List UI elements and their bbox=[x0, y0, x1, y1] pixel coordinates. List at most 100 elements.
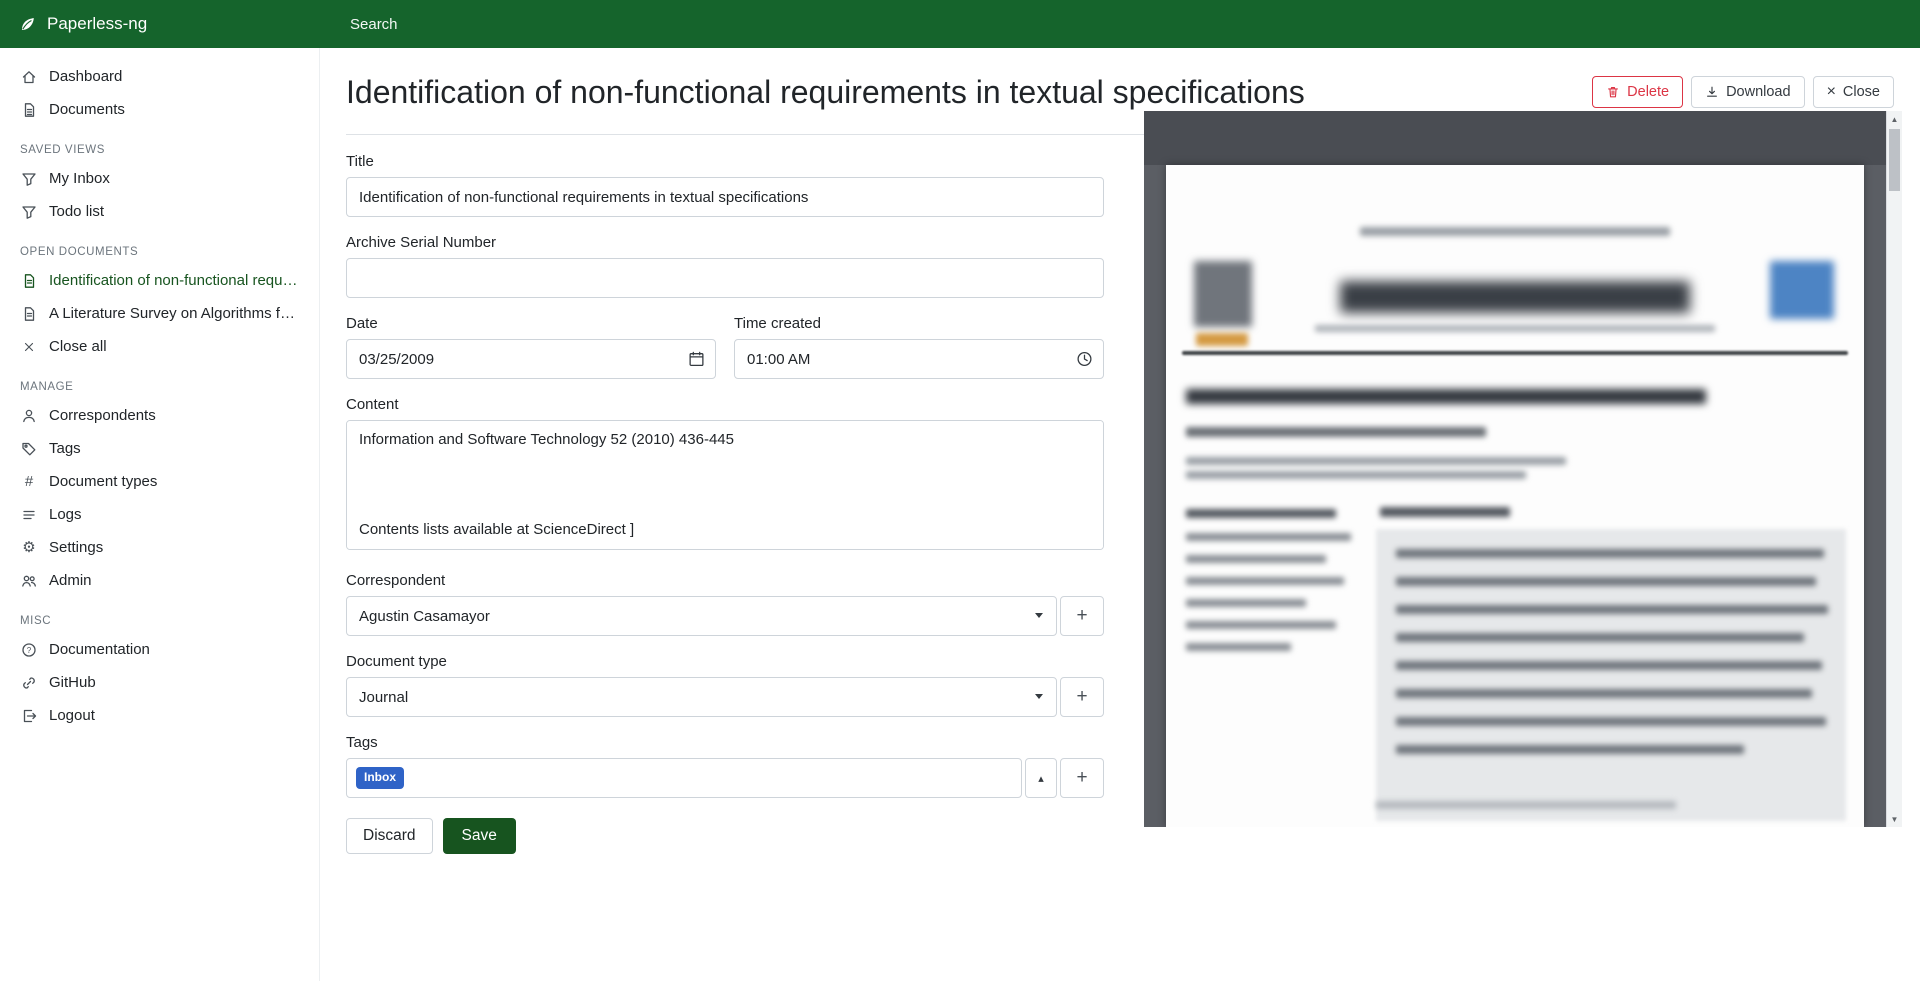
pdf-blur-journal-title bbox=[1340, 281, 1690, 313]
sidebar-item-close-all[interactable]: Close all bbox=[0, 330, 319, 363]
sidebar-open-document-1[interactable]: Identification of non-functional require… bbox=[0, 264, 319, 297]
sidebar-item-label: Admin bbox=[49, 572, 92, 589]
tags-label: Tags bbox=[346, 734, 1104, 751]
title-label: Title bbox=[346, 153, 1104, 170]
pdf-blur-authors bbox=[1186, 427, 1486, 437]
hash-icon: # bbox=[20, 474, 38, 489]
close-button[interactable]: × Close bbox=[1813, 76, 1894, 108]
time-input[interactable] bbox=[734, 339, 1104, 379]
scrollbar-down-arrow[interactable]: ▼ bbox=[1887, 811, 1902, 827]
caret-up-icon: ▴ bbox=[1038, 772, 1044, 785]
navbar-search-input[interactable] bbox=[348, 15, 768, 34]
correspondent-group: Correspondent Agustin Casamayor + bbox=[346, 572, 1104, 636]
date-col: Date bbox=[346, 315, 716, 379]
close-icon: × bbox=[1827, 84, 1836, 100]
top-navbar: Paperless-ng bbox=[0, 0, 1920, 48]
scrollbar-thumb[interactable] bbox=[1889, 129, 1900, 191]
sidebar-item-github[interactable]: GitHub bbox=[0, 666, 319, 699]
pdf-blur-orange-mark bbox=[1196, 333, 1248, 346]
document-type-select[interactable]: Journal bbox=[346, 677, 1057, 717]
sidebar-item-label: Logs bbox=[49, 506, 82, 523]
app-brand[interactable]: Paperless-ng bbox=[0, 14, 320, 34]
sidebar-item-label: Settings bbox=[49, 539, 103, 556]
sidebar-item-label: A Literature Survey on Algorithms for Mu… bbox=[49, 305, 299, 322]
tags-group: Tags Inbox ▴ + bbox=[346, 734, 1104, 798]
sidebar-item-settings[interactable]: ⚙ Settings bbox=[0, 531, 319, 564]
discard-button[interactable]: Discard bbox=[346, 818, 433, 854]
title-input[interactable] bbox=[346, 177, 1104, 217]
list-icon bbox=[20, 507, 38, 523]
calendar-icon[interactable] bbox=[688, 351, 705, 368]
sidebar-item-logout[interactable]: Logout bbox=[0, 699, 319, 732]
app-name: Paperless-ng bbox=[47, 14, 147, 34]
tags-collapse-button[interactable]: ▴ bbox=[1025, 758, 1057, 798]
save-button[interactable]: Save bbox=[443, 818, 516, 854]
sidebar-item-label: Documentation bbox=[49, 641, 150, 658]
link-icon bbox=[20, 675, 38, 691]
pdf-blur-abstract-heading bbox=[1380, 507, 1510, 517]
date-label: Date bbox=[346, 315, 716, 332]
download-button[interactable]: Download bbox=[1691, 76, 1805, 108]
correspondent-select[interactable]: Agustin Casamayor bbox=[346, 596, 1057, 636]
page-header: Identification of non-functional require… bbox=[346, 70, 1894, 114]
asn-input[interactable] bbox=[346, 258, 1104, 298]
document-type-select-wrap: Journal bbox=[346, 677, 1057, 717]
sidebar-heading-saved-views: SAVED VIEWS bbox=[0, 126, 319, 162]
sidebar-item-label: Close all bbox=[49, 338, 107, 355]
delete-button[interactable]: Delete bbox=[1592, 76, 1683, 108]
header-actions: Delete Download × Close bbox=[1592, 76, 1894, 108]
sidebar-heading-misc: MISC bbox=[0, 597, 319, 633]
sidebar-item-logs[interactable]: Logs bbox=[0, 498, 319, 531]
pdf-toolbar bbox=[1144, 111, 1886, 165]
sidebar-item-label: Documents bbox=[49, 101, 125, 118]
sidebar-item-tags[interactable]: Tags bbox=[0, 432, 319, 465]
sidebar-item-correspondents[interactable]: Correspondents bbox=[0, 399, 319, 432]
house-icon bbox=[20, 69, 38, 85]
navbar-search bbox=[348, 15, 768, 34]
date-input[interactable] bbox=[346, 339, 716, 379]
download-icon bbox=[1705, 85, 1719, 99]
person-icon bbox=[20, 408, 38, 424]
sidebar-item-documents[interactable]: Documents bbox=[0, 93, 319, 126]
sidebar-item-documentation[interactable]: ? Documentation bbox=[0, 633, 319, 666]
sidebar-item-label: Tags bbox=[49, 440, 81, 457]
sidebar-heading-open-documents: OPEN DOCUMENTS bbox=[0, 228, 319, 264]
trash-icon bbox=[1606, 85, 1620, 99]
tag-badge-inbox[interactable]: Inbox bbox=[356, 767, 404, 788]
content-textarea[interactable]: Information and Software Technology 52 (… bbox=[346, 420, 1104, 550]
pdf-blur-info-line bbox=[1186, 555, 1326, 563]
pdf-blur-info-line bbox=[1186, 643, 1291, 651]
sidebar-open-document-2[interactable]: A Literature Survey on Algorithms for Mu… bbox=[0, 297, 319, 330]
pdf-blur-info-line bbox=[1186, 577, 1344, 585]
sidebar-item-my-inbox[interactable]: My Inbox bbox=[0, 162, 319, 195]
tags-input[interactable]: Inbox bbox=[346, 758, 1022, 798]
add-correspondent-button[interactable]: + bbox=[1060, 596, 1104, 636]
content-label: Content bbox=[346, 396, 1104, 413]
pdf-page bbox=[1166, 165, 1864, 827]
pdf-blur-abstract-line bbox=[1396, 605, 1828, 614]
sidebar-item-label: Logout bbox=[49, 707, 95, 724]
file-text-icon bbox=[20, 273, 38, 289]
funnel-icon bbox=[20, 171, 38, 187]
clock-icon[interactable] bbox=[1076, 351, 1093, 368]
asn-group: Archive Serial Number bbox=[346, 234, 1104, 298]
document-type-label: Document type bbox=[346, 653, 1104, 670]
pdf-blur-info-line bbox=[1186, 509, 1336, 518]
page-title: Identification of non-functional require… bbox=[346, 70, 1305, 114]
sidebar-item-document-types[interactable]: # Document types bbox=[0, 465, 319, 498]
pdf-scrollbar[interactable]: ▲ ▼ bbox=[1886, 111, 1902, 827]
sidebar-item-label: Dashboard bbox=[49, 68, 122, 85]
sidebar-item-admin[interactable]: Admin bbox=[0, 564, 319, 597]
app-logo-icon bbox=[18, 15, 37, 34]
scrollbar-up-arrow[interactable]: ▲ bbox=[1887, 111, 1902, 127]
plus-icon: + bbox=[1076, 686, 1087, 708]
sidebar-item-todo-list[interactable]: Todo list bbox=[0, 195, 319, 228]
funnel-icon bbox=[20, 204, 38, 220]
plus-icon: + bbox=[1076, 767, 1087, 789]
sidebar-item-dashboard[interactable]: Dashboard bbox=[0, 60, 319, 93]
file-text-icon bbox=[20, 102, 38, 118]
pdf-blur-abstract-line bbox=[1396, 717, 1826, 726]
add-tag-button[interactable]: + bbox=[1060, 758, 1104, 798]
gear-icon: ⚙ bbox=[20, 540, 38, 555]
add-document-type-button[interactable]: + bbox=[1060, 677, 1104, 717]
